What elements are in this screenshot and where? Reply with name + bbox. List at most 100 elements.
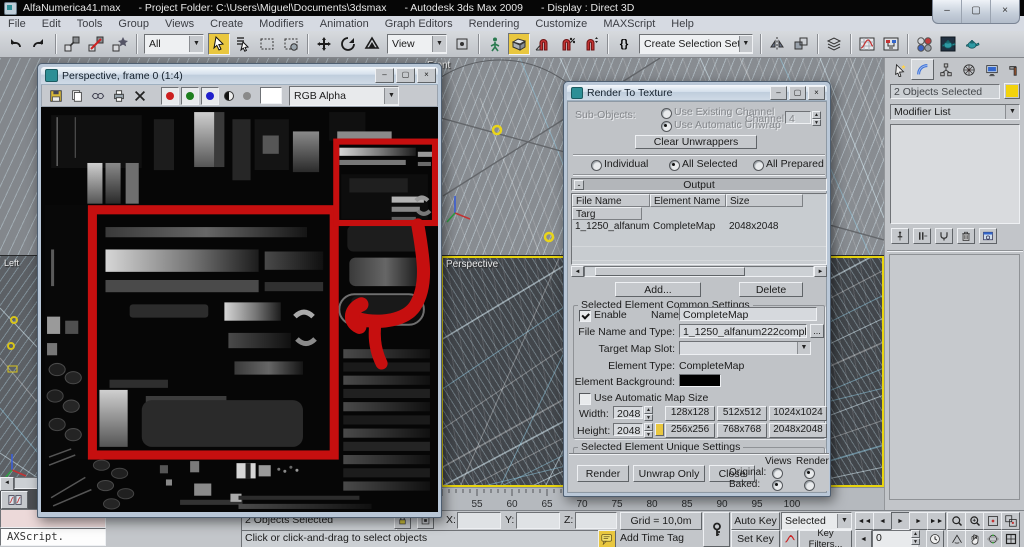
size-button-512x512[interactable]: 512x512 xyxy=(717,406,767,421)
use-pivot-point-center-button[interactable] xyxy=(451,33,473,55)
clear-button[interactable] xyxy=(130,86,149,105)
dropdown-arrow-icon[interactable]: ▼ xyxy=(189,36,203,52)
menu-group[interactable]: Group xyxy=(110,18,157,30)
monochrome-button[interactable] xyxy=(221,88,237,104)
configure-modifier-sets-button[interactable] xyxy=(979,228,997,244)
zoom-all-button[interactable] xyxy=(965,512,984,530)
size-button-2048x2048[interactable]: 2048x2048 xyxy=(769,423,827,438)
select-and-link-button[interactable] xyxy=(61,33,83,55)
enable-checkbox[interactable] xyxy=(579,310,591,322)
close-button[interactable]: × xyxy=(808,86,825,100)
menu-edit[interactable]: Edit xyxy=(34,18,69,30)
views-baked-radio[interactable] xyxy=(772,480,783,491)
rectangular-selection-region-button[interactable] xyxy=(256,33,278,55)
size-button-128x128[interactable]: 128x128 xyxy=(665,406,715,421)
make-unique-button[interactable] xyxy=(935,228,953,244)
go-to-start-button[interactable]: ◄◄ xyxy=(855,512,874,530)
modifier-list-dropdown[interactable]: Modifier List ▼ xyxy=(890,104,1020,120)
browse-button[interactable]: ... xyxy=(810,324,824,338)
restore-button[interactable]: ▢ xyxy=(962,0,991,23)
edit-named-selection-sets-button[interactable]: {} xyxy=(613,33,635,55)
add-time-tag-icon[interactable] xyxy=(598,530,616,547)
percent-snap-toggle[interactable] xyxy=(556,33,578,55)
viewport-label-perspective[interactable]: Perspective xyxy=(446,259,498,270)
z-coordinate-field[interactable] xyxy=(575,512,617,529)
element-background-swatch[interactable] xyxy=(679,374,721,387)
set-keys-button[interactable] xyxy=(703,512,730,547)
select-and-manipulate-button[interactable] xyxy=(484,33,506,55)
close-button[interactable]: × xyxy=(991,0,1019,23)
zoom-button[interactable] xyxy=(947,512,966,530)
name-field[interactable]: CompleteMap xyxy=(679,307,817,321)
render-original-radio[interactable] xyxy=(804,468,815,479)
angle-snap-toggle[interactable] xyxy=(532,33,554,55)
curve-editor-button[interactable] xyxy=(856,33,878,55)
show-end-result-button[interactable] xyxy=(913,228,931,244)
tab-utilities[interactable] xyxy=(1003,59,1024,80)
bind-to-space-warp-button[interactable] xyxy=(109,33,131,55)
add-time-tag-label[interactable]: Add Time Tag xyxy=(620,532,684,544)
open-mini-curve-editor-button[interactable] xyxy=(1,491,28,509)
menu-create[interactable]: Create xyxy=(202,18,251,30)
viewport-label-left[interactable]: Left xyxy=(4,258,19,268)
quick-render-button[interactable] xyxy=(961,33,983,55)
column-header-targ[interactable]: Targ xyxy=(572,207,642,220)
arc-rotate-button[interactable] xyxy=(983,530,1002,547)
use-existing-channel-radio[interactable] xyxy=(661,108,672,119)
minimize-button[interactable]: – xyxy=(375,68,394,83)
tab-create[interactable] xyxy=(888,59,911,80)
dialog-title-bar[interactable]: Render To Texture – ▢ × xyxy=(567,85,827,101)
target-map-slot-dropdown[interactable]: ▼ xyxy=(679,341,811,355)
rollout-collapse-icon[interactable]: - xyxy=(574,180,584,190)
maxscript-mini-listener[interactable]: AXScript. xyxy=(0,528,106,546)
tab-modify[interactable] xyxy=(911,59,934,80)
close-button[interactable]: × xyxy=(417,68,436,83)
key-filters-button[interactable]: Key Filters... xyxy=(799,530,852,547)
menu-help[interactable]: Help xyxy=(663,18,702,30)
delete-button[interactable]: Delete xyxy=(739,282,803,297)
all-prepared-radio[interactable] xyxy=(753,160,764,171)
width-spinner[interactable]: ▲▼ xyxy=(644,406,653,421)
minimize-button[interactable]: – xyxy=(770,86,787,100)
selection-filter-dropdown[interactable]: All▼ xyxy=(144,34,204,54)
select-and-rotate-button[interactable] xyxy=(337,33,359,55)
dropdown-arrow-icon[interactable]: ▼ xyxy=(432,36,446,52)
print-bitmap-button[interactable] xyxy=(109,86,128,105)
zoom-extents-button[interactable] xyxy=(983,512,1002,530)
previous-frame-button[interactable]: ◄ xyxy=(873,512,892,530)
size-button-1024x1024[interactable]: 1024x1024 xyxy=(769,406,827,421)
dropdown-arrow-icon[interactable]: ▼ xyxy=(837,514,851,528)
dropdown-arrow-icon[interactable]: ▼ xyxy=(1005,105,1019,119)
object-color-swatch[interactable] xyxy=(1004,83,1020,99)
copy-bitmap-button[interactable] xyxy=(67,86,86,105)
scroll-left-icon[interactable]: ◄ xyxy=(0,477,14,491)
remove-modifier-button[interactable] xyxy=(957,228,975,244)
scroll-left-icon[interactable]: ◄ xyxy=(571,266,584,277)
schematic-view-button[interactable] xyxy=(880,33,902,55)
menu-graph-editors[interactable]: Graph Editors xyxy=(377,18,461,30)
frame-spinner[interactable]: ▲▼ xyxy=(911,530,920,545)
background-color-swatch[interactable] xyxy=(260,87,282,104)
x-coordinate-field[interactable] xyxy=(457,512,501,529)
menu-rendering[interactable]: Rendering xyxy=(461,18,528,30)
next-frame-button[interactable]: ► xyxy=(909,512,928,530)
views-original-radio[interactable] xyxy=(772,468,783,479)
alpha-channel-button[interactable] xyxy=(239,88,255,104)
menu-tools[interactable]: Tools xyxy=(69,18,111,30)
select-object-button[interactable] xyxy=(208,33,230,55)
play-button[interactable]: ► xyxy=(891,512,910,530)
individual-radio[interactable] xyxy=(591,160,602,171)
width-field[interactable]: 2048 xyxy=(613,406,643,419)
menu-views[interactable]: Views xyxy=(157,18,202,30)
pan-button[interactable] xyxy=(965,530,984,547)
column-header-file-name[interactable]: File Name xyxy=(572,194,650,207)
output-table[interactable]: File NameElement NameSizeTarg 1_1250_alf… xyxy=(571,193,827,265)
column-header-element-name[interactable]: Element Name xyxy=(650,194,726,207)
window-crossing-toggle[interactable] xyxy=(280,33,302,55)
save-bitmap-button[interactable] xyxy=(46,86,65,105)
go-to-start-mini-button[interactable]: ◄ xyxy=(855,530,872,547)
red-channel-button[interactable] xyxy=(161,87,179,105)
use-automatic-map-size-checkbox[interactable] xyxy=(579,393,591,405)
dropdown-arrow-icon[interactable]: ▼ xyxy=(739,36,752,52)
unwrap-only-button[interactable]: Unwrap Only xyxy=(633,465,705,482)
